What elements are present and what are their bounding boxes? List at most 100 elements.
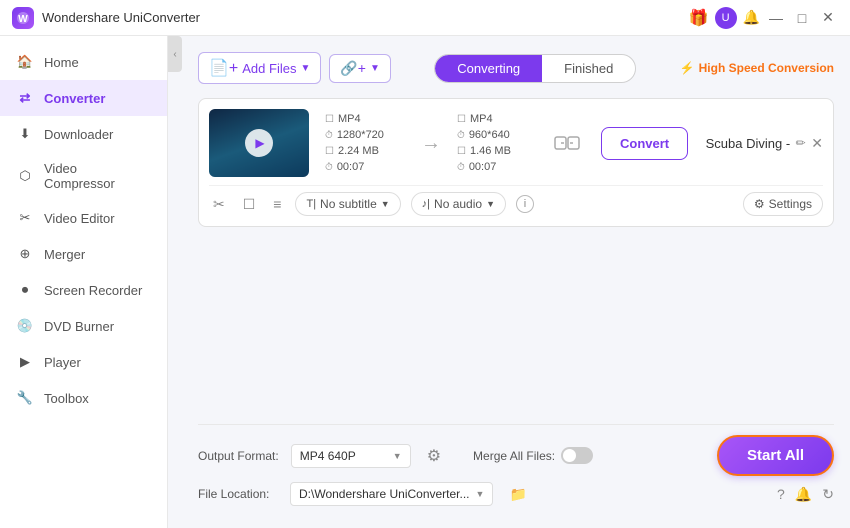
sidebar-label-converter: Converter bbox=[44, 91, 105, 106]
resolution-icon: ⏱ bbox=[325, 130, 333, 141]
tab-converting[interactable]: Converting bbox=[435, 55, 542, 82]
topbar: 📄+ Add Files ▼ 🔗+ ▼ Converting Finished … bbox=[198, 52, 834, 84]
sidebar-item-merger[interactable]: ⊕ Merger bbox=[0, 236, 167, 272]
copy-icon[interactable]: ☐ bbox=[239, 194, 260, 215]
app-title: Wondershare UniConverter bbox=[42, 10, 689, 25]
file-main-row: ▶ ☐ MP4 ⏱ 1280*720 bbox=[209, 109, 700, 177]
player-icon: ▶ bbox=[16, 353, 34, 371]
subtitle-select[interactable]: T| No subtitle ▼ bbox=[295, 192, 400, 216]
sidebar-item-video-compressor[interactable]: ⬡ Video Compressor bbox=[0, 152, 167, 200]
output-format-label: Output Format: bbox=[198, 449, 279, 463]
settings-button[interactable]: ⚙ Settings bbox=[743, 192, 823, 216]
format-settings-icon[interactable]: ⚙ bbox=[427, 446, 441, 466]
sidebar-item-screen-recorder[interactable]: ⏺ Screen Recorder bbox=[0, 272, 167, 308]
add-files-caret: ▼ bbox=[300, 63, 310, 74]
sidebar-item-dvd-burner[interactable]: 💿 DVD Burner bbox=[0, 308, 167, 344]
target-duration: 00:07 bbox=[469, 161, 497, 173]
format-icon: ☐ bbox=[325, 114, 334, 125]
subtitle-caret: ▼ bbox=[381, 199, 390, 209]
merger-icon: ⊕ bbox=[16, 245, 34, 263]
content-area: 📄+ Add Files ▼ 🔗+ ▼ Converting Finished … bbox=[182, 36, 850, 528]
speed-label: High Speed Conversion bbox=[699, 61, 834, 75]
edit-title-icon[interactable]: ✏ bbox=[796, 136, 806, 150]
speed-icon: ⚡ bbox=[680, 61, 695, 75]
source-meta: ☐ MP4 ⏱ 1280*720 ☐ 2.24 MB bbox=[325, 113, 405, 173]
source-duration-row: ⏱ 00:07 bbox=[325, 161, 405, 173]
bell-icon[interactable]: 🔔 bbox=[743, 9, 760, 26]
notification-icon[interactable]: 🔔 bbox=[795, 486, 812, 503]
add-files-button[interactable]: 📄+ Add Files ▼ bbox=[198, 52, 321, 84]
downloader-icon: ⬇ bbox=[16, 125, 34, 143]
cut-icon[interactable]: ✂ bbox=[209, 194, 229, 215]
sidebar-label-merger: Merger bbox=[44, 247, 85, 262]
gift-icon[interactable]: 🎁 bbox=[689, 8, 709, 28]
start-all-button[interactable]: Start All bbox=[717, 435, 834, 476]
sidebar-label-dvd: DVD Burner bbox=[44, 319, 114, 334]
file-thumbnail: ▶ bbox=[209, 109, 309, 177]
file-location-select[interactable]: D:\Wondershare UniConverter... ▼ bbox=[290, 482, 493, 506]
source-format-row: ☐ MP4 bbox=[325, 113, 405, 125]
target-resolution-row: ⏱ 960*640 bbox=[457, 129, 537, 141]
merge-label: Merge All Files: bbox=[473, 449, 555, 463]
merge-switch[interactable] bbox=[561, 447, 593, 464]
source-duration: 00:07 bbox=[337, 161, 365, 173]
sidebar-label-compressor: Video Compressor bbox=[44, 161, 151, 191]
target-meta: ☐ MP4 ⏱ 960*640 ☐ 1.46 MB bbox=[457, 113, 537, 173]
maximize-button[interactable]: □ bbox=[792, 8, 812, 28]
target-size-row: ☐ 1.46 MB bbox=[457, 145, 537, 157]
home-icon: 🏠 bbox=[16, 53, 34, 71]
minimize-button[interactable]: — bbox=[766, 8, 786, 28]
sync-icon[interactable]: ↻ bbox=[822, 486, 834, 503]
sidebar-item-downloader[interactable]: ⬇ Downloader bbox=[0, 116, 167, 152]
file-card: ▶ ☐ MP4 ⏱ 1280*720 bbox=[198, 98, 834, 227]
output-format-value: MP4 640P bbox=[300, 449, 356, 463]
source-format: MP4 bbox=[338, 113, 361, 125]
merge-all-toggle: Merge All Files: bbox=[473, 447, 593, 464]
sidebar-item-toolbox[interactable]: 🔧 Toolbox bbox=[0, 380, 167, 416]
sidebar-item-home[interactable]: 🏠 Home bbox=[0, 44, 167, 80]
folder-icon[interactable]: 📁 bbox=[509, 486, 526, 503]
file-location-value: D:\Wondershare UniConverter... bbox=[299, 487, 470, 501]
conversion-arrow: → bbox=[413, 132, 449, 155]
play-button[interactable]: ▶ bbox=[245, 129, 273, 157]
add-url-caret: ▼ bbox=[370, 63, 380, 74]
compress-icon-area bbox=[553, 129, 581, 157]
convert-button[interactable]: Convert bbox=[601, 127, 688, 160]
close-card-icon[interactable]: ✕ bbox=[811, 135, 823, 152]
duration-icon: ⏱ bbox=[325, 162, 333, 173]
close-button[interactable]: ✕ bbox=[818, 8, 838, 28]
sidebar-item-player[interactable]: ▶ Player bbox=[0, 344, 167, 380]
main-layout: 🏠 Home ⇄ Converter ⬇ Downloader ⬡ Video … bbox=[0, 36, 850, 528]
target-format: MP4 bbox=[470, 113, 493, 125]
titlebar: W Wondershare UniConverter 🎁 U 🔔 — □ ✕ bbox=[0, 0, 850, 36]
audio-icon: ♪| bbox=[422, 198, 430, 210]
help-icon[interactable]: ? bbox=[777, 486, 785, 502]
source-size-row: ☐ 2.24 MB bbox=[325, 145, 405, 157]
audio-caret: ▼ bbox=[486, 199, 495, 209]
sidebar-item-converter[interactable]: ⇄ Converter bbox=[0, 80, 167, 116]
output-format-select[interactable]: MP4 640P ▼ bbox=[291, 444, 411, 468]
source-resolution: 1280*720 bbox=[337, 129, 384, 141]
sidebar-item-video-editor[interactable]: ✂ Video Editor bbox=[0, 200, 167, 236]
footer-icons: ? 🔔 ↻ bbox=[777, 486, 834, 503]
sidebar-collapse-button[interactable]: ‹ bbox=[168, 36, 182, 72]
sidebar-label-home: Home bbox=[44, 55, 79, 70]
format-caret: ▼ bbox=[393, 451, 402, 461]
sidebar-label-downloader: Downloader bbox=[44, 127, 113, 142]
target-res-icon: ⏱ bbox=[457, 130, 465, 141]
add-url-button[interactable]: 🔗+ ▼ bbox=[329, 54, 391, 83]
add-url-icon: 🔗+ bbox=[340, 60, 366, 77]
high-speed-badge[interactable]: ⚡ High Speed Conversion bbox=[680, 61, 834, 75]
bottom-row-1: Output Format: MP4 640P ▼ ⚙ Merge All Fi… bbox=[198, 435, 834, 476]
list-icon[interactable]: ≡ bbox=[269, 194, 285, 214]
target-format-row: ☐ MP4 bbox=[457, 113, 537, 125]
user-avatar[interactable]: U bbox=[715, 7, 737, 29]
audio-select[interactable]: ♪| No audio ▼ bbox=[411, 192, 506, 216]
play-icon: ▶ bbox=[255, 136, 264, 150]
tab-finished[interactable]: Finished bbox=[542, 55, 635, 82]
add-files-label: Add Files bbox=[242, 61, 296, 76]
info-button[interactable]: i bbox=[516, 195, 534, 213]
sidebar-label-recorder: Screen Recorder bbox=[44, 283, 142, 298]
file-location-label: File Location: bbox=[198, 487, 278, 501]
location-caret: ▼ bbox=[476, 489, 485, 499]
